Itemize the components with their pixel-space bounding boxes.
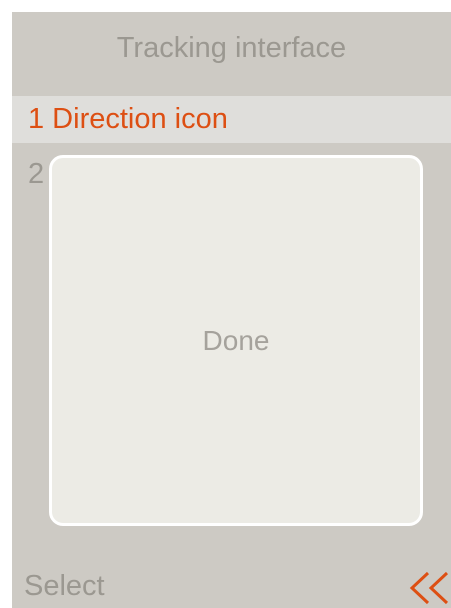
dialog-message: Done: [202, 324, 270, 356]
double-chevron-left-icon[interactable]: [408, 571, 451, 605]
page-title: Tracking interface: [116, 31, 347, 64]
device-screen: Tracking interface 1 Direction icon 2 Do…: [12, 12, 451, 608]
menu-item-label: 2: [28, 158, 45, 190]
confirmation-dialog: Done: [49, 155, 423, 526]
menu-item-direction-icon[interactable]: 1 Direction icon: [12, 96, 451, 143]
select-softkey[interactable]: Select: [24, 572, 105, 601]
menu-item-label: 1 Direction icon: [28, 103, 228, 135]
